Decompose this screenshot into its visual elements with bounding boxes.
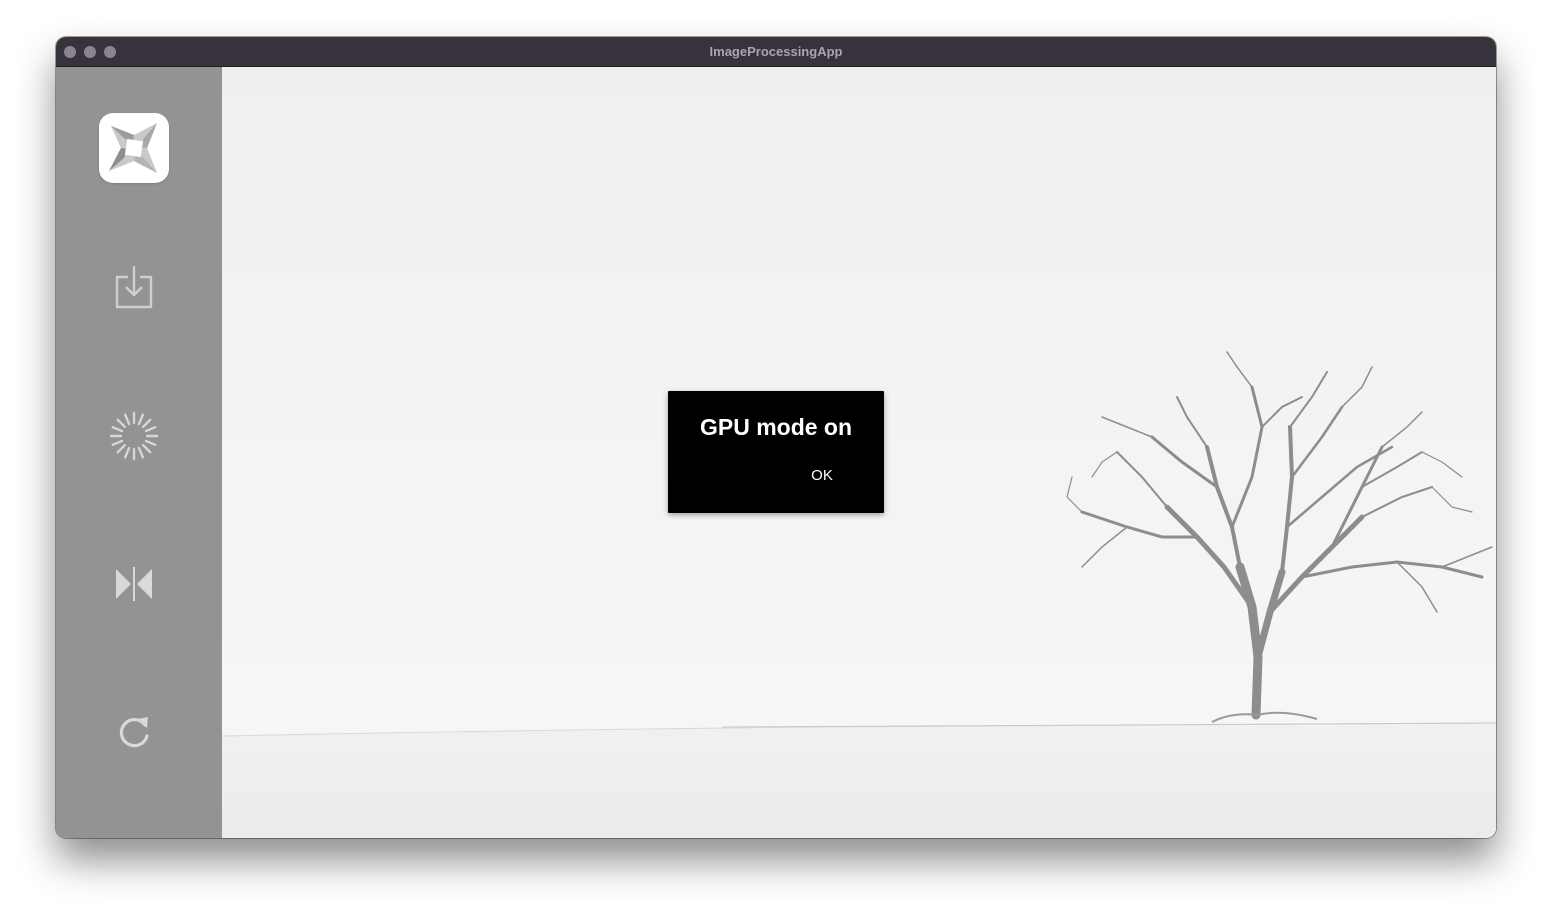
flip-button[interactable] (107, 557, 161, 611)
refresh-icon (119, 717, 149, 748)
app-window: ImageProcessingApp GPU mode on OK (56, 37, 1496, 838)
app-logo-icon (109, 123, 157, 173)
ok-button[interactable]: OK (805, 465, 839, 487)
gpu-mode-button[interactable] (107, 409, 161, 463)
app-logo (99, 113, 169, 183)
toast-message: GPU mode on (699, 414, 853, 440)
title-bar: ImageProcessingApp (56, 37, 1496, 67)
reset-button[interactable] (107, 706, 161, 760)
spinner-icon (109, 411, 159, 461)
window-title: ImageProcessingApp (709, 44, 843, 59)
gpu-mode-toast: GPU mode on OK (668, 391, 884, 513)
sidebar (56, 67, 222, 838)
flip-horizontal-icon (116, 567, 152, 601)
import-button[interactable] (107, 260, 161, 314)
download-tray-icon (115, 266, 153, 309)
